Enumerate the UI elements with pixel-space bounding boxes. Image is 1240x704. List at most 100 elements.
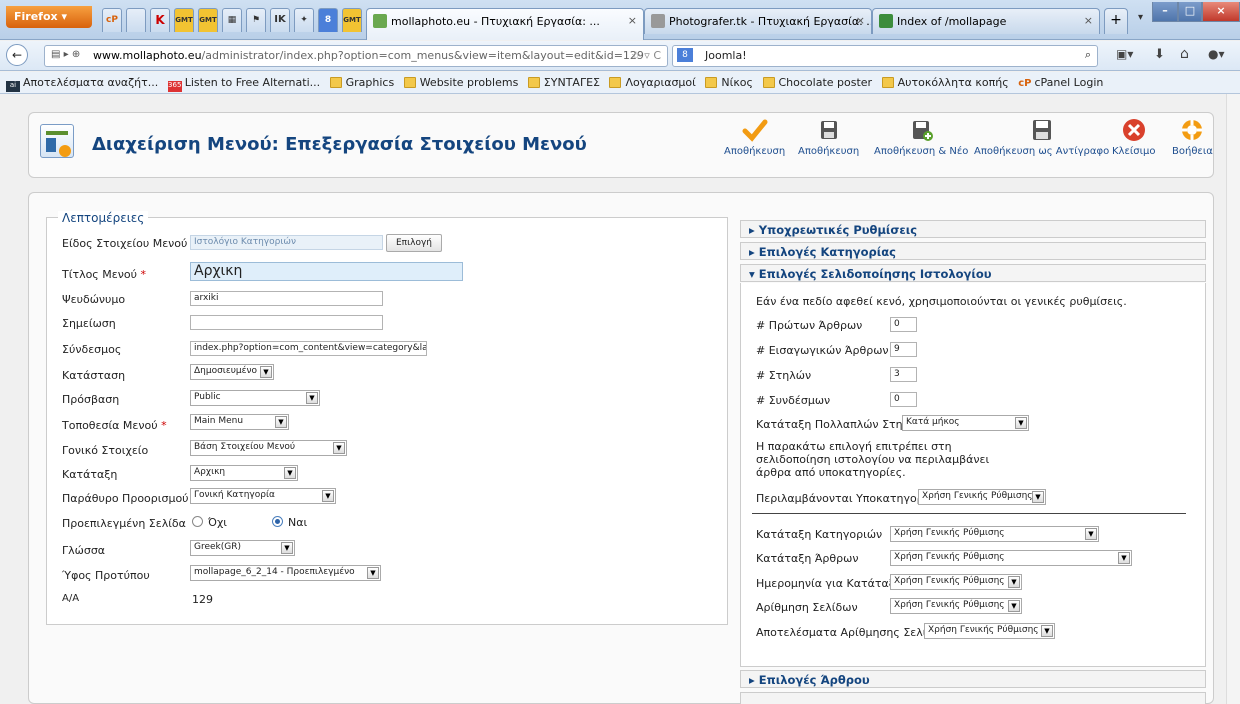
- alias-input[interactable]: arxiki: [190, 291, 383, 306]
- bookmark-favicon-icon: 365: [167, 81, 182, 92]
- download-arrow-icon[interactable]: ⬇: [1154, 47, 1165, 62]
- article-order-select[interactable]: Χρήση Γενικής Ρύθμισης ▼: [890, 550, 1132, 566]
- search-text: Joomla!: [705, 49, 747, 62]
- category-order-select[interactable]: Χρήση Γενικής Ρύθμισης ▼: [890, 526, 1099, 542]
- app-tab-k[interactable]: K: [150, 8, 170, 32]
- bookmark-nikos[interactable]: Νίκος: [705, 76, 753, 89]
- parent-item-select[interactable]: Βάση Στοιχείου Μενού ▼: [190, 440, 347, 456]
- columns-input[interactable]: 3: [890, 367, 917, 382]
- app-tab-bird-icon[interactable]: ✦: [294, 8, 314, 32]
- app-tab-8[interactable]: 8: [318, 8, 338, 32]
- accordion-blog-layout[interactable]: ▾ Επιλογές Σελιδοποίησης Ιστολογίου: [740, 264, 1206, 282]
- addon-icon[interactable]: ●▾: [1208, 47, 1225, 61]
- access-label: Πρόσβαση: [62, 393, 120, 406]
- bookmark-cpanel[interactable]: cP cPanel Login: [1018, 76, 1103, 89]
- note-input[interactable]: [190, 315, 383, 330]
- search-box[interactable]: 8 Joomla! ⌕: [672, 45, 1098, 67]
- order-date-select[interactable]: Χρήση Γενικής Ρύθμισης ▼: [890, 574, 1022, 590]
- subcategory-note-line-3: άρθρα από υποκατηγορίες.: [756, 466, 906, 479]
- app-tab-flag-icon[interactable]: ⚑: [246, 8, 266, 32]
- intro-articles-label: # Εισαγωγικών Άρθρων: [756, 344, 889, 357]
- address-bar[interactable]: ▤ ▸ ⊕ www.mollaphoto.eu/administrator/in…: [44, 45, 668, 67]
- close-window-button[interactable]: ×: [1202, 2, 1240, 22]
- firefox-menu-button[interactable]: Firefox ▾: [6, 6, 92, 28]
- menu-location-select[interactable]: Main Menu ▼: [190, 414, 289, 430]
- folder-icon: [403, 77, 416, 88]
- tab-title: Index of /mollapage: [897, 15, 1007, 28]
- chevron-down-icon: ▼: [284, 467, 296, 479]
- firefox-label: Firefox: [14, 10, 58, 23]
- minimize-window-button[interactable]: –: [1152, 2, 1178, 22]
- default-yes-radio[interactable]: [272, 516, 283, 527]
- new-tab-button[interactable]: +: [1104, 8, 1128, 34]
- app-tab-gmt-3[interactable]: GMT: [342, 8, 362, 32]
- bookmark-autokollita[interactable]: Αυτοκόλλητα κοπής: [881, 76, 1009, 89]
- details-legend: Λεπτομέρειες: [58, 211, 149, 225]
- help-button[interactable]: Βοήθεια: [1172, 116, 1213, 157]
- menu-title-input[interactable]: Αρχικη: [190, 262, 463, 281]
- bookmark-syntages[interactable]: ΣΥΝΤΑΓΕΣ: [527, 76, 600, 89]
- bookmark-chocolate-poster[interactable]: Chocolate poster: [762, 76, 872, 89]
- accordion-category-options[interactable]: ▸ Επιλογές Κατηγορίας: [740, 242, 1206, 260]
- tab-photografer[interactable]: Photografer.tk - Πτυχιακή Εργασία: ... ×: [644, 8, 872, 34]
- bookmark-search-results[interactable]: ai Αποτελέσματα αναζήτ...: [6, 76, 158, 92]
- app-tab-gmt-2[interactable]: GMT: [198, 8, 218, 32]
- tab-list-chevron-icon[interactable]: ▾: [1138, 12, 1143, 23]
- bookmark-logariasmoi[interactable]: Λογαριασμοί: [609, 76, 696, 89]
- app-tab-gmt-1[interactable]: GMT: [174, 8, 194, 32]
- multi-column-order-select[interactable]: Κατά μήκος ▼: [902, 415, 1029, 431]
- close-tab-icon[interactable]: ×: [1084, 14, 1093, 27]
- page-scrollbar[interactable]: [1226, 94, 1240, 704]
- close-tab-icon[interactable]: ×: [628, 14, 637, 27]
- downloads-icon[interactable]: ▣▾: [1116, 47, 1133, 61]
- search-magnifier-icon[interactable]: ⌕: [1085, 48, 1091, 62]
- accordion-article-options[interactable]: ▸ Επιλογές Άρθρου: [740, 670, 1206, 688]
- close-button[interactable]: Κλείσιμο: [1112, 116, 1155, 157]
- leading-articles-input[interactable]: 0: [890, 317, 917, 332]
- pagination-results-select[interactable]: Χρήση Γενικής Ρύθμισης ▼: [924, 623, 1055, 639]
- floppy-disk-icon: [816, 118, 842, 142]
- identity-globe-icon[interactable]: ▤ ▸ ⊕: [51, 49, 80, 60]
- leading-articles-label: # Πρώτων Άρθρων: [756, 319, 863, 332]
- language-select[interactable]: Greek(GR) ▼: [190, 540, 295, 556]
- apply-button[interactable]: Αποθήκευση: [798, 116, 859, 157]
- maximize-window-button[interactable]: □: [1178, 2, 1202, 22]
- parent-item-label: Γονικό Στοιχείο: [62, 444, 149, 457]
- ordering-select[interactable]: Αρχικη ▼: [190, 465, 298, 481]
- default-no-radio[interactable]: [192, 516, 203, 527]
- home-icon[interactable]: ⌂: [1180, 46, 1189, 62]
- pagination-label: Αρίθμηση Σελίδων: [756, 601, 858, 614]
- app-tab-cpanel[interactable]: cP: [102, 8, 122, 32]
- menu-location-label: Τοποθεσία Μενού *: [62, 419, 167, 432]
- target-window-select[interactable]: Γονική Κατηγορία ▼: [190, 488, 336, 504]
- intro-articles-input[interactable]: 9: [890, 342, 917, 357]
- bookmark-star-icon[interactable]: ☆ ▿ C: [631, 49, 661, 62]
- save-and-new-button[interactable]: Αποθήκευση & Νέο: [874, 116, 968, 157]
- select-type-button[interactable]: Επιλογή: [386, 234, 442, 252]
- app-tab-blank[interactable]: [126, 8, 146, 32]
- access-select[interactable]: Public ▼: [190, 390, 320, 406]
- bookmark-website-problems[interactable]: Website problems: [403, 76, 518, 89]
- bookmark-listen-free[interactable]: 365 Listen to Free Alternati...: [167, 76, 320, 92]
- app-tab-grid-icon[interactable]: ▦: [222, 8, 242, 32]
- back-arrow-icon[interactable]: ←: [6, 44, 28, 66]
- tab-index-mollapage[interactable]: Index of /mollapage ×: [872, 8, 1100, 34]
- template-style-select[interactable]: mollapage_6_2_14 - Προεπιλεγμένο ▼: [190, 565, 381, 581]
- save-button[interactable]: Αποθήκευση: [724, 116, 785, 157]
- status-select[interactable]: Δημοσιευμένο ▼: [190, 364, 274, 380]
- chevron-down-icon: ▼: [306, 392, 318, 404]
- accordion-next-clipped[interactable]: [740, 692, 1206, 704]
- include-subcategories-select[interactable]: Χρήση Γενικής Ρύθμισης ▼: [918, 489, 1046, 505]
- close-tab-icon[interactable]: ×: [856, 14, 865, 27]
- app-tab-ik[interactable]: IK: [270, 8, 290, 32]
- lifebuoy-icon: [1179, 118, 1205, 142]
- save-as-copy-button[interactable]: Αποθήκευση ως Αντίγραφο: [974, 116, 1109, 157]
- checkmark-icon: [742, 118, 768, 142]
- link-input[interactable]: index.php?option=com_content&view=catego…: [190, 341, 427, 356]
- tab-mollaphoto[interactable]: mollaphoto.eu - Πτυχιακή Εργασία: ... ×: [366, 8, 644, 40]
- bookmark-graphics[interactable]: Graphics: [329, 76, 394, 89]
- pagination-select[interactable]: Χρήση Γενικής Ρύθμισης ▼: [890, 598, 1022, 614]
- accordion-required-settings[interactable]: ▸ Υποχρεωτικές Ρυθμίσεις: [740, 220, 1206, 238]
- links-input[interactable]: 0: [890, 392, 917, 407]
- search-engine-icon[interactable]: 8: [677, 48, 693, 62]
